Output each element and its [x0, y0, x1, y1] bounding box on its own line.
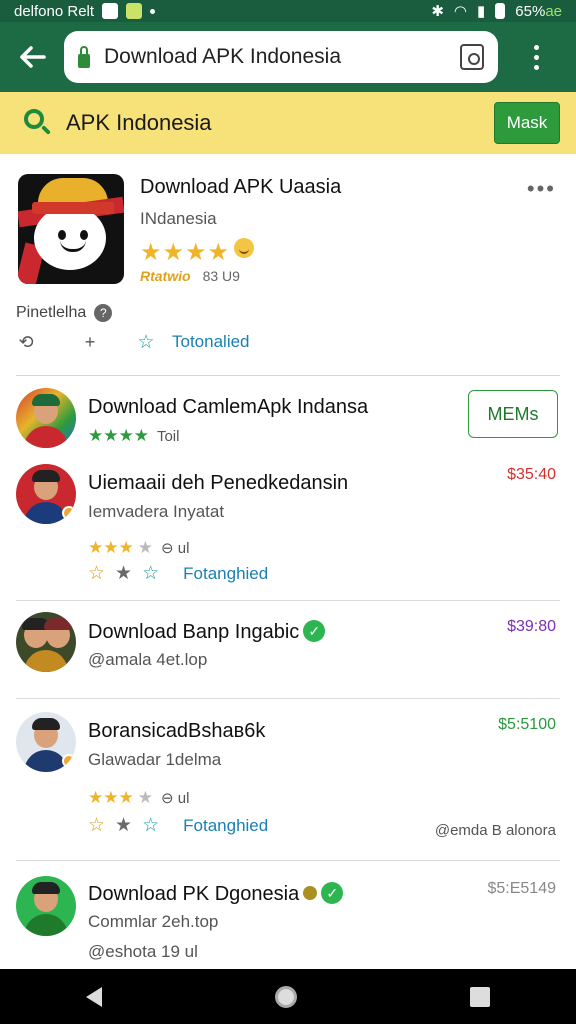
featured-action-link[interactable]: Totonalied — [172, 332, 250, 352]
featured-count: 83 U9 — [202, 268, 240, 284]
url-bar[interactable]: Download APK Indonesia — [64, 31, 498, 83]
list-item[interactable]: Uiemaaii deh Penedkedansin Iemvadera Iny… — [16, 462, 560, 612]
price-label: $5:E5149 — [487, 880, 556, 897]
list-item[interactable]: Download PK Dgonesia ✓ Commlar 2eh.top @e… — [16, 874, 560, 969]
nav-back-icon[interactable] — [86, 986, 103, 1007]
notification-icon — [102, 3, 119, 19]
arrow-left-icon — [20, 46, 46, 68]
featured-title[interactable]: Download APK Uaasia — [140, 176, 341, 199]
favorite-star-icon[interactable]: ☆ — [142, 562, 159, 585]
battery-icon — [495, 3, 506, 19]
price-label: $5:5100 — [498, 716, 556, 733]
url-text: Download APK Indonesia — [104, 45, 341, 68]
avatar — [16, 876, 76, 936]
verified-check-icon: ✓ — [321, 882, 344, 904]
tab-switcher-icon[interactable] — [460, 44, 484, 70]
list-item[interactable]: BoransicadBshaʙ6k Glawadar 1delma $5:510… — [16, 710, 560, 874]
star-grey-icon[interactable]: ★ — [115, 814, 132, 837]
favorite-star-icon[interactable]: ☆ — [142, 814, 159, 837]
featured-actions: ⟲ + ☆ Totonalied — [16, 332, 250, 353]
browser-app-bar: Download APK Indonesia — [0, 22, 576, 92]
avatar — [16, 612, 76, 672]
list-item-title[interactable]: Download Banp Ingabic ✓ — [88, 620, 326, 644]
list-item-title[interactable]: Download PK Dgonesia ✓ — [88, 882, 344, 906]
favorite-star-icon[interactable]: ☆ — [136, 332, 156, 353]
help-icon[interactable]: ? — [94, 304, 113, 322]
list-item[interactable]: Download CamlemApk Indansa ★★★★ Toil MEM… — [16, 376, 560, 462]
list-item-title[interactable]: Uiemaaii deh Penedkedansin — [88, 472, 348, 495]
share-icon[interactable]: ⟲ — [16, 332, 36, 352]
more-options-icon[interactable]: ••• — [527, 176, 556, 202]
signal-icon: ▮ — [477, 3, 486, 20]
status-bar: delfono Relt ✱ ◠ ▮ 65%ae — [0, 0, 576, 22]
featured-app-card[interactable]: Download APK Uaasia INdanesia ★★★★ Rtatw… — [16, 154, 560, 376]
install-button[interactable]: MEMs — [468, 390, 558, 438]
add-icon[interactable]: + — [80, 332, 100, 352]
list-item-link[interactable]: Fotanghied — [183, 816, 268, 836]
featured-rates-text: Rtatwio — [140, 268, 191, 284]
list-item-subtitle: @amala 4et.lop — [88, 650, 208, 669]
emoji-icon — [303, 886, 318, 900]
nav-home-icon[interactable] — [274, 985, 297, 1008]
list-item[interactable]: Download Banp Ingabic ✓ @amala 4et.lop $3… — [16, 612, 560, 710]
featured-label: Pinetlelha ? — [16, 304, 113, 322]
search-header: APK Indonesia Mask — [0, 92, 576, 154]
kebab-icon — [533, 44, 539, 70]
list-item-subtitle: Commlar 2eh.top — [88, 912, 219, 931]
price-label: $39:80 — [507, 618, 556, 635]
mask-button[interactable]: Mask — [494, 102, 560, 144]
wifi-icon: ◠ — [453, 3, 468, 20]
system-nav-bar — [0, 969, 576, 1024]
bluetooth-icon: ✱ — [431, 3, 444, 20]
back-button[interactable] — [0, 22, 64, 92]
featured-subtitle: INdanesia — [140, 209, 217, 228]
list-item-subtitle: Glawadar 1delma — [88, 750, 222, 769]
list-item-subtitle: Iemvadera Inyatat — [88, 502, 225, 521]
nav-recents-icon[interactable] — [469, 986, 490, 1007]
app-notification-icon — [126, 3, 143, 19]
list-item-title[interactable]: Download CamlemApk Indansa — [88, 396, 368, 419]
status-carrier-text: delfono Relt — [14, 2, 95, 20]
verified-check-icon: ✓ — [303, 620, 326, 642]
list-item-title[interactable]: BoransicadBshaʙ6k — [88, 720, 265, 743]
list-item-subtitle-secondary: @eshota 19 ul — [88, 942, 198, 961]
results-list: Download APK Uaasia INdanesia ★★★★ Rtatw… — [0, 154, 576, 969]
search-icon[interactable] — [24, 109, 52, 137]
star-outline-icon[interactable]: ☆ — [88, 814, 105, 837]
battery-text: 65%ae — [515, 2, 562, 20]
avatar — [16, 464, 76, 524]
lock-icon — [78, 46, 90, 68]
star-outline-icon[interactable]: ☆ — [88, 562, 105, 585]
avatar — [16, 712, 76, 772]
list-item-link[interactable]: Fotanghied — [183, 564, 268, 584]
avatar — [16, 388, 76, 448]
list-item-rating: ★★★ ★ ⊖ ul — [88, 788, 190, 807]
smile-emoji-icon — [234, 238, 255, 258]
price-label: $35:40 — [507, 466, 556, 483]
featured-rating: ★★★★ — [140, 238, 255, 267]
list-item-rating: ★★★★ Toil — [88, 426, 180, 445]
overflow-menu-button[interactable] — [498, 22, 574, 92]
list-item-rating: ★★★ ★ ⊖ ul — [88, 538, 190, 557]
list-item-actions: ☆ ★ ☆ Fotanghied — [88, 814, 268, 837]
list-item-actions: ☆ ★ ☆ Fotanghied — [88, 562, 268, 585]
app-icon[interactable] — [18, 174, 124, 284]
star-grey-icon[interactable]: ★ — [115, 562, 132, 585]
more-notifications-icon — [150, 8, 156, 14]
featured-meta: Rtatwio 83 U9 — [140, 268, 240, 284]
search-title: APK Indonesia — [66, 110, 212, 135]
list-item-footnote: @emda B alonora — [434, 822, 556, 839]
